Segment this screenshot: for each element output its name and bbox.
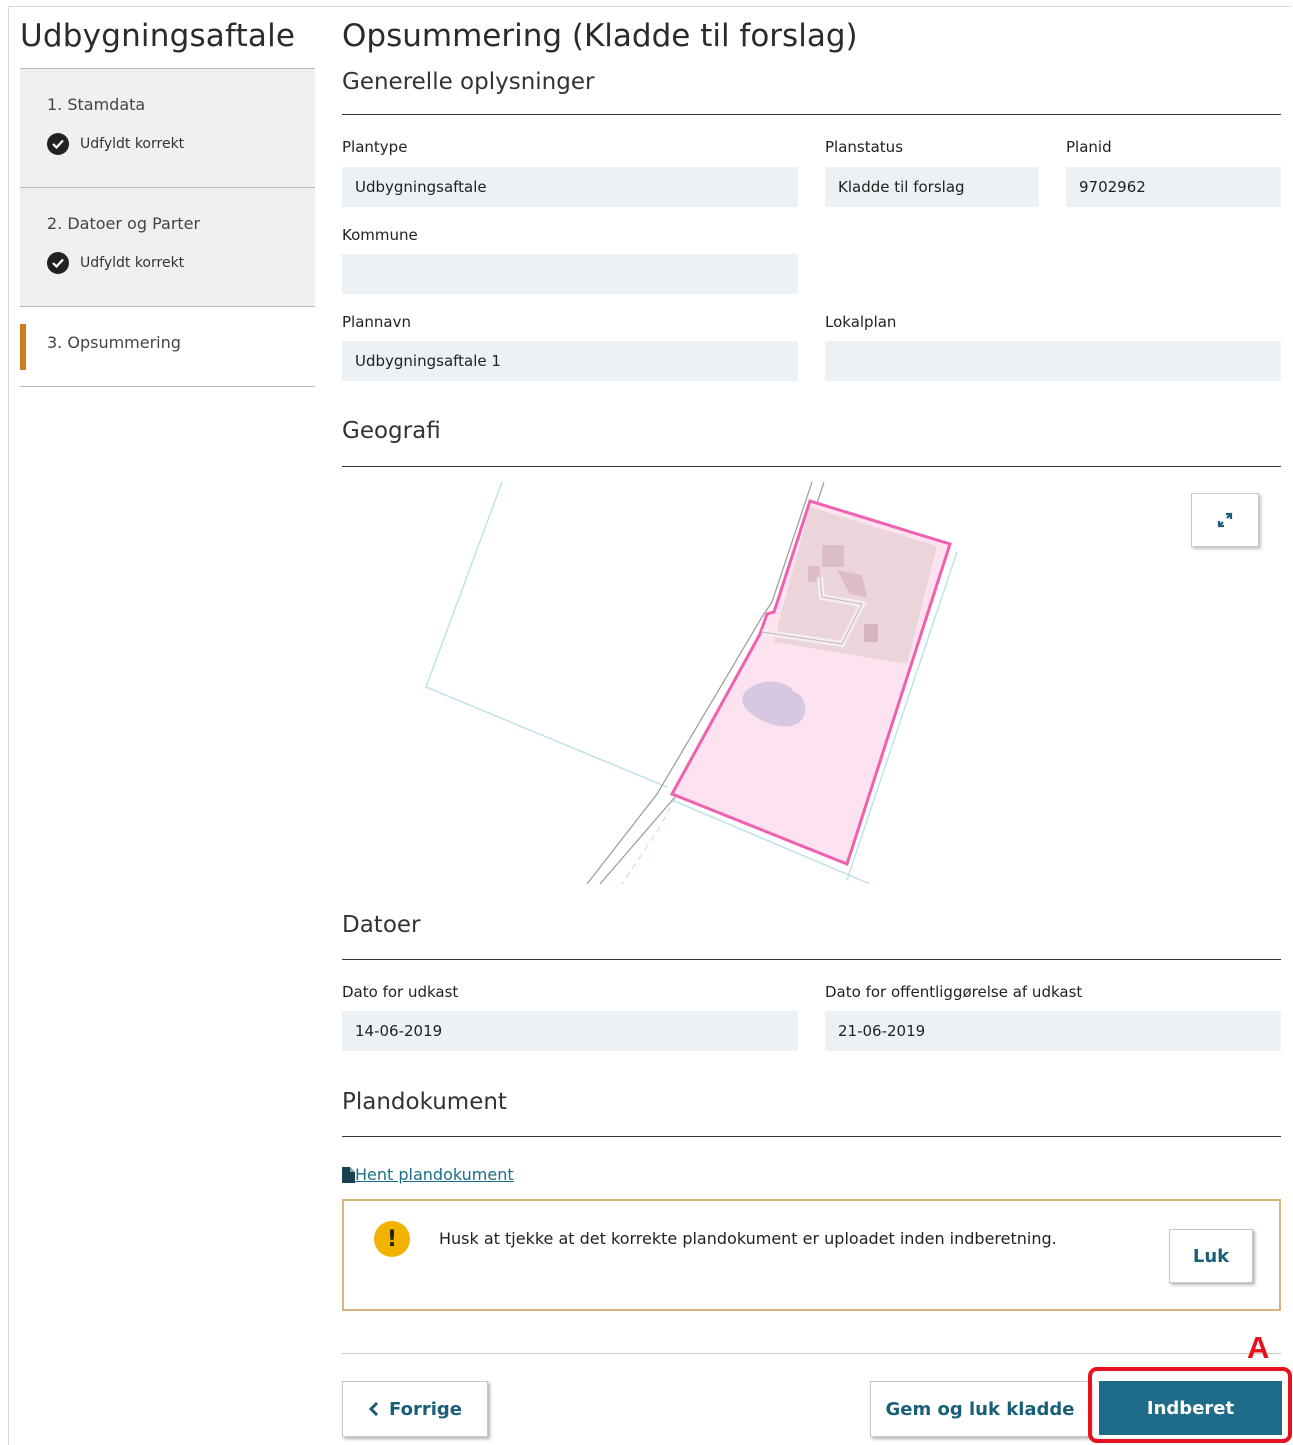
footer-divider xyxy=(342,1353,1281,1354)
step-status-text: Udfyldt korrekt xyxy=(80,136,185,152)
expand-icon xyxy=(1217,512,1233,528)
previous-button-label: Forrige xyxy=(389,1398,462,1420)
document-icon xyxy=(342,1166,355,1183)
map-expand-button[interactable] xyxy=(1191,493,1259,547)
step-label: 2. Datoer og Parter xyxy=(47,214,201,233)
plannavn-label: Plannavn xyxy=(342,313,411,331)
checkmark-icon xyxy=(47,252,69,274)
section-rule xyxy=(342,466,1281,467)
kommune-label: Kommune xyxy=(342,226,418,244)
page-title: Opsummering (Kladde til forslag) xyxy=(342,18,858,54)
planid-label: Planid xyxy=(1066,138,1112,156)
planid-field: 9702962 xyxy=(1066,167,1281,207)
dato-offentlig-label: Dato for offentliggørelse af udkast xyxy=(825,983,1083,1001)
dato-udkast-label: Dato for udkast xyxy=(342,983,459,1001)
frame-left-border xyxy=(8,6,9,1445)
plannavn-field: Udbygningsaftale 1 xyxy=(342,341,798,381)
warning-text: Husk at tjekke at det korrekte plandokum… xyxy=(439,1229,1057,1248)
step-status: Udfyldt korrekt xyxy=(47,252,315,274)
current-step-marker xyxy=(20,324,26,370)
step-datoer-og-parter[interactable]: 2. Datoer og Parter Udfyldt korrekt xyxy=(20,188,315,307)
sidebar-title: Udbygningsaftale xyxy=(20,18,296,54)
step-opsummering[interactable]: 3. Opsummering xyxy=(20,307,315,387)
kommune-field xyxy=(342,254,798,294)
map-view[interactable] xyxy=(342,482,1281,884)
checkmark-icon xyxy=(47,133,69,155)
save-and-close-draft-button[interactable]: Gem og luk kladde xyxy=(870,1381,1090,1437)
frame-top-border xyxy=(8,6,1291,7)
planstatus-field: Kladde til forslag xyxy=(825,167,1039,207)
section-rule xyxy=(342,959,1281,960)
step-stamdata[interactable]: 1. Stamdata Udfyldt korrekt xyxy=(20,69,315,188)
warning-icon: ! xyxy=(374,1221,410,1257)
section-rule xyxy=(342,114,1281,115)
section-title-general: Generelle oplysninger xyxy=(342,69,595,95)
section-rule xyxy=(342,1136,1281,1137)
building xyxy=(864,624,878,642)
step-label: 3. Opsummering xyxy=(47,333,181,352)
annotation-highlight-box xyxy=(1088,1367,1292,1443)
dato-udkast-field: 14-06-2019 xyxy=(342,1011,798,1051)
lokalplan-field xyxy=(825,341,1281,381)
close-warning-button[interactable]: Luk xyxy=(1169,1229,1253,1283)
chevron-left-icon xyxy=(368,1402,379,1416)
lokalplan-label: Lokalplan xyxy=(825,313,897,331)
planstatus-label: Planstatus xyxy=(825,138,904,156)
section-title-datoer: Datoer xyxy=(342,912,421,938)
annotation-label: A xyxy=(1247,1330,1270,1365)
dato-offentlig-field: 21-06-2019 xyxy=(825,1011,1281,1051)
main-content: Opsummering (Kladde til forslag) Generel… xyxy=(342,16,1281,115)
map-canvas xyxy=(425,482,958,884)
section-title-plandokument: Plandokument xyxy=(342,1089,507,1115)
wizard-sidebar: Udbygningsaftale 1. Stamdata Udfyldt kor… xyxy=(20,16,315,387)
plantype-label: Plantype xyxy=(342,138,408,156)
step-label: 1. Stamdata xyxy=(47,95,146,114)
previous-button[interactable]: Forrige xyxy=(342,1381,488,1437)
hent-plandokument-text: Hent plandokument xyxy=(355,1165,514,1184)
hent-plandokument-link[interactable]: Hent plandokument xyxy=(342,1165,514,1184)
building xyxy=(822,545,844,567)
step-status-text: Udfyldt korrekt xyxy=(80,255,185,271)
step-status: Udfyldt korrekt xyxy=(47,133,315,155)
parcel-boundary-left xyxy=(425,482,668,788)
warning-box: ! Husk at tjekke at det korrekte plandok… xyxy=(342,1199,1281,1311)
section-title-geografi: Geografi xyxy=(342,418,441,444)
plantype-field: Udbygningsaftale xyxy=(342,167,798,207)
